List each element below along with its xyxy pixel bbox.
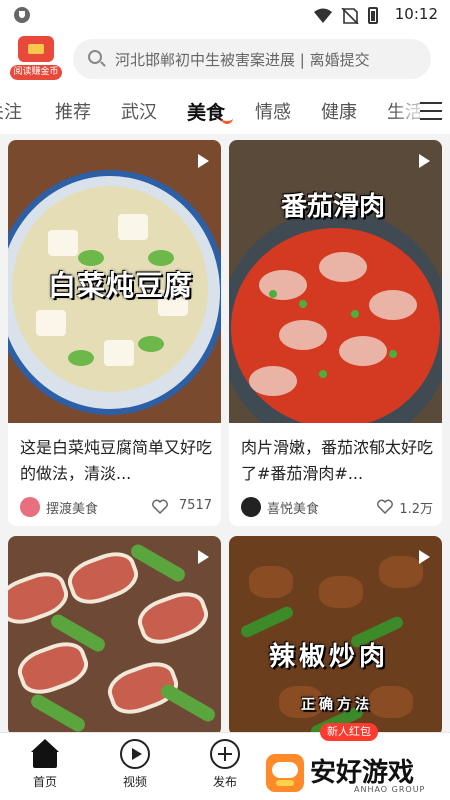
like-count: 7517 (178, 498, 212, 513)
author-name[interactable]: 喜悦美食 (267, 498, 319, 517)
publish-icon (210, 739, 240, 769)
play-icon (198, 550, 209, 564)
nav-label: 视频 (122, 775, 147, 789)
like-count: 1.2万 (399, 502, 433, 517)
video-thumbnail: 番茄滑肉 (229, 140, 442, 423)
game-controller-icon (266, 754, 304, 792)
wallet-icon (18, 36, 54, 62)
play-icon (419, 550, 430, 564)
search-placeholder: 河北邯郸初中生被害案进展 | 离婚提交 (115, 51, 370, 69)
channel-tabs: 关注 推荐 武汉 美食 情感 健康 生活 (0, 90, 450, 134)
tab-wuhan[interactable]: 武汉 (121, 98, 157, 124)
nav-label: 首页 (32, 775, 57, 789)
menu-icon[interactable] (420, 102, 442, 120)
watermark-subtext: ANHAO GROUP (354, 785, 426, 794)
video-overlay-title: 番茄滑肉 (281, 192, 386, 222)
card-title: 这是白菜炖豆腐简单又好吃的做法，清淡... (20, 438, 212, 483)
video-overlay-subtitle: 正确方法 (301, 697, 373, 713)
top-header: 阅读赚金币 河北邯郸初中生被害案进展 | 离婚提交 (0, 32, 450, 90)
battery-icon (368, 7, 378, 24)
newbie-red-packet-badge[interactable]: 新人红包 (320, 723, 378, 741)
nav-video[interactable]: 视频 (105, 739, 165, 790)
video-thumbnail (8, 536, 221, 732)
nav-publish[interactable]: 发布 (195, 739, 255, 790)
author-name[interactable]: 摆渡美食 (46, 498, 98, 517)
tab-health[interactable]: 健康 (321, 98, 357, 124)
video-thumbnail: 白菜炖豆腐 (8, 140, 221, 423)
nav-label: 发布 (212, 775, 237, 789)
feed-card[interactable]: 辣椒炒肉 正确方法 (229, 536, 442, 732)
tab-follow[interactable]: 关注 (0, 98, 22, 124)
feed-grid: 白菜炖豆腐 这是白菜炖豆腐简单又好吃的做法，清淡... 摆渡美食 7517 番茄… (0, 138, 450, 732)
video-overlay-title: 辣椒炒肉 (269, 642, 390, 672)
video-icon (120, 739, 150, 769)
wifi-icon (314, 8, 332, 23)
tab-recommend[interactable]: 推荐 (55, 98, 91, 124)
app-screen: 10:12 阅读赚金币 河北邯郸初中生被害案进展 | 离婚提交 关注 推荐 武汉… (0, 0, 450, 800)
card-footer: 摆渡美食 7517 (20, 496, 212, 518)
shield-icon (14, 7, 30, 23)
tab-food[interactable]: 美食 (187, 98, 225, 125)
play-icon (198, 154, 209, 168)
home-icon (30, 739, 60, 769)
card-footer: 喜悦美食 1.2万 (241, 496, 433, 518)
feed-card[interactable]: 番茄滑肉 肉片滑嫩，番茄浓郁太好吃了#番茄滑肉#... 喜悦美食 1.2万 (229, 140, 442, 526)
video-thumbnail: 辣椒炒肉 正确方法 (229, 536, 442, 732)
clock: 10:12 (394, 5, 438, 23)
status-icons (314, 7, 378, 24)
no-sim-icon (341, 7, 359, 24)
play-icon (419, 154, 430, 168)
coin-label: 阅读赚金币 (10, 65, 62, 80)
heart-icon[interactable] (152, 499, 168, 514)
avatar[interactable] (20, 497, 40, 517)
search-bar[interactable]: 河北邯郸初中生被害案进展 | 离婚提交 (73, 39, 431, 79)
search-icon (88, 50, 102, 64)
feed-card[interactable] (8, 536, 221, 732)
video-overlay-title: 白菜炖豆腐 (48, 269, 194, 302)
nav-home[interactable]: 首页 (15, 739, 75, 790)
tab-emotion[interactable]: 情感 (255, 98, 291, 124)
read-earn-coins-button[interactable]: 阅读赚金币 (10, 36, 62, 86)
watermark: 安好游戏 ANHAO GROUP (262, 748, 448, 800)
heart-icon[interactable] (377, 499, 393, 514)
status-bar: 10:12 (0, 0, 450, 32)
tab-life[interactable]: 生活 (387, 98, 423, 124)
watermark-text: 安好游戏 (310, 758, 415, 788)
avatar[interactable] (241, 497, 261, 517)
card-title: 肉片滑嫩，番茄浓郁太好吃了#番茄滑肉#... (241, 438, 433, 483)
feed-card[interactable]: 白菜炖豆腐 这是白菜炖豆腐简单又好吃的做法，清淡... 摆渡美食 7517 (8, 140, 221, 526)
